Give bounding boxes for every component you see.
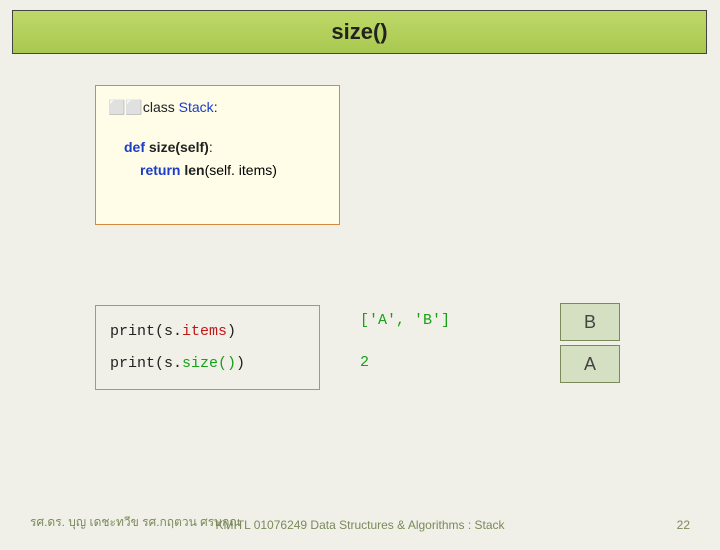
slide-title: size() (12, 10, 707, 54)
print-prefix: print(s. (110, 323, 182, 340)
print-suffix: ) (227, 323, 236, 340)
code-block: ⬜⬜class Stack: def size(self): return le… (95, 85, 340, 225)
keyword-def: def (124, 139, 145, 155)
stack-visual: B A (560, 303, 620, 387)
stack-cell-bottom: A (560, 345, 620, 383)
output-list: ['A', 'B'] (360, 312, 450, 329)
method-name: size (149, 139, 175, 155)
output-size: 2 (360, 354, 369, 371)
footer-course: KMITL 01076249 Data Structures & Algorit… (0, 518, 720, 532)
code-prefix: ⬜⬜ (108, 99, 143, 115)
colon: : (209, 139, 213, 155)
page-number: 22 (677, 518, 690, 532)
keyword-return: return (140, 162, 180, 178)
fn-len: len (184, 162, 204, 178)
class-name: Stack (179, 99, 214, 115)
output-column: ['A', 'B'] 2 (360, 305, 520, 389)
print-suffix: ) (236, 355, 245, 372)
colon: : (214, 99, 218, 115)
stack-cell-top: B (560, 303, 620, 341)
method-size: size() (182, 355, 236, 372)
print-prefix: print(s. (110, 355, 182, 372)
attr-items: items (182, 323, 227, 340)
method-params: (self) (175, 139, 208, 155)
print-block: print(s.items) print(s.size()) (95, 305, 320, 390)
keyword-class: class (143, 99, 175, 115)
len-args: (self. items) (205, 162, 277, 178)
